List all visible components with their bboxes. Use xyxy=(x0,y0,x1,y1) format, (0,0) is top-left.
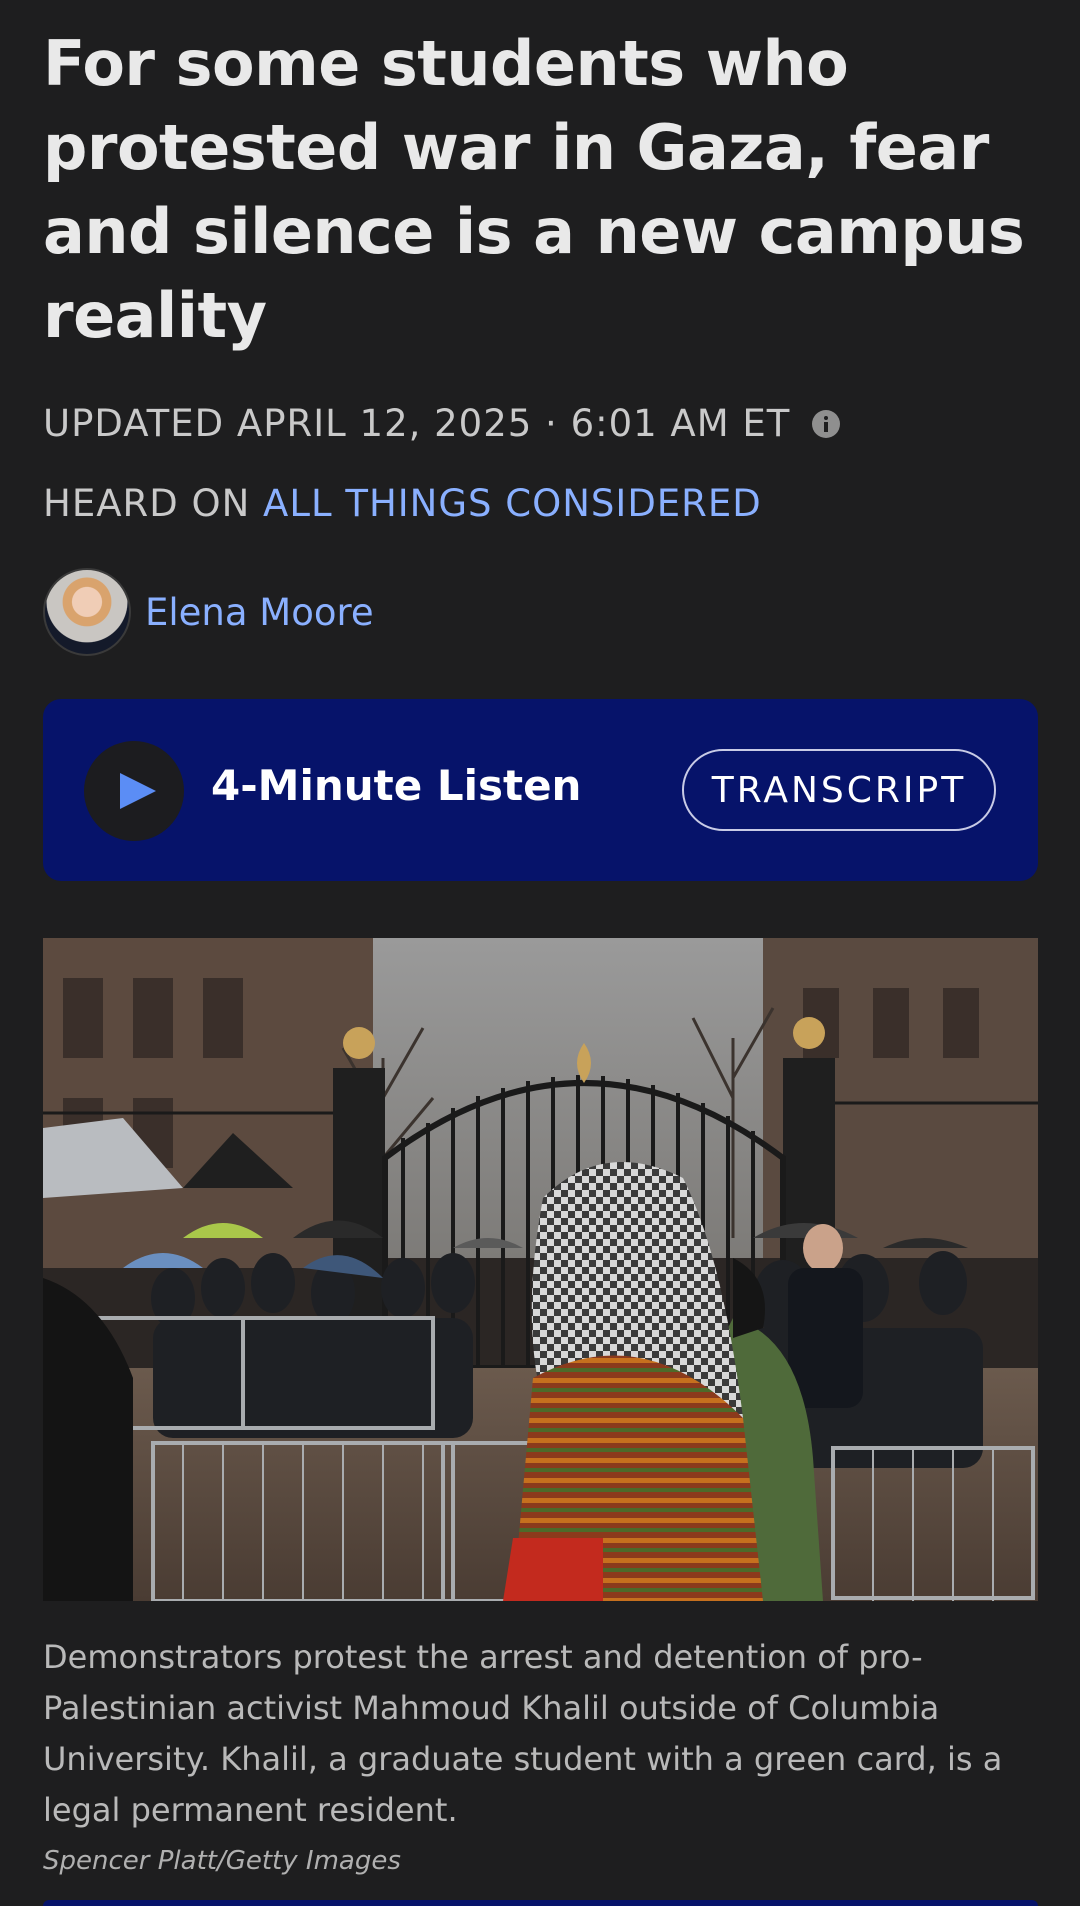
play-button[interactable] xyxy=(84,741,184,841)
photo-illustration xyxy=(43,938,1038,1601)
photo-credit: Spencer Platt/Getty Images xyxy=(43,1846,401,1876)
audio-player-bar: 4-Minute Listen TRANSCRIPT xyxy=(43,699,1038,881)
article-photo[interactable] xyxy=(43,938,1038,1601)
heard-on-row: HEARD ON ALL THINGS CONSIDERED xyxy=(43,482,762,525)
heard-on-label: HEARD ON xyxy=(43,482,264,525)
article-headline: For some students who protested war in G… xyxy=(43,27,1025,352)
info-circle-icon[interactable] xyxy=(812,409,841,438)
program-link[interactable]: ALL THINGS CONSIDERED xyxy=(263,482,762,525)
play-icon xyxy=(120,773,156,809)
author-link[interactable]: Elena Moore xyxy=(145,591,374,634)
photo-caption: Demonstrators protest the arrest and det… xyxy=(43,1638,1003,1829)
updated-timestamp: UPDATED APRIL 12, 2025 · 6:01 AM ET xyxy=(43,402,791,445)
transcript-button[interactable]: TRANSCRIPT xyxy=(682,749,996,831)
updated-timestamp-row: UPDATED APRIL 12, 2025 · 6:01 AM ET xyxy=(43,402,841,445)
listen-duration-label: 4-Minute Listen xyxy=(211,761,582,810)
author-avatar[interactable] xyxy=(43,568,131,656)
byline: Elena Moore xyxy=(43,568,374,656)
next-section-edge xyxy=(43,1900,1038,1906)
